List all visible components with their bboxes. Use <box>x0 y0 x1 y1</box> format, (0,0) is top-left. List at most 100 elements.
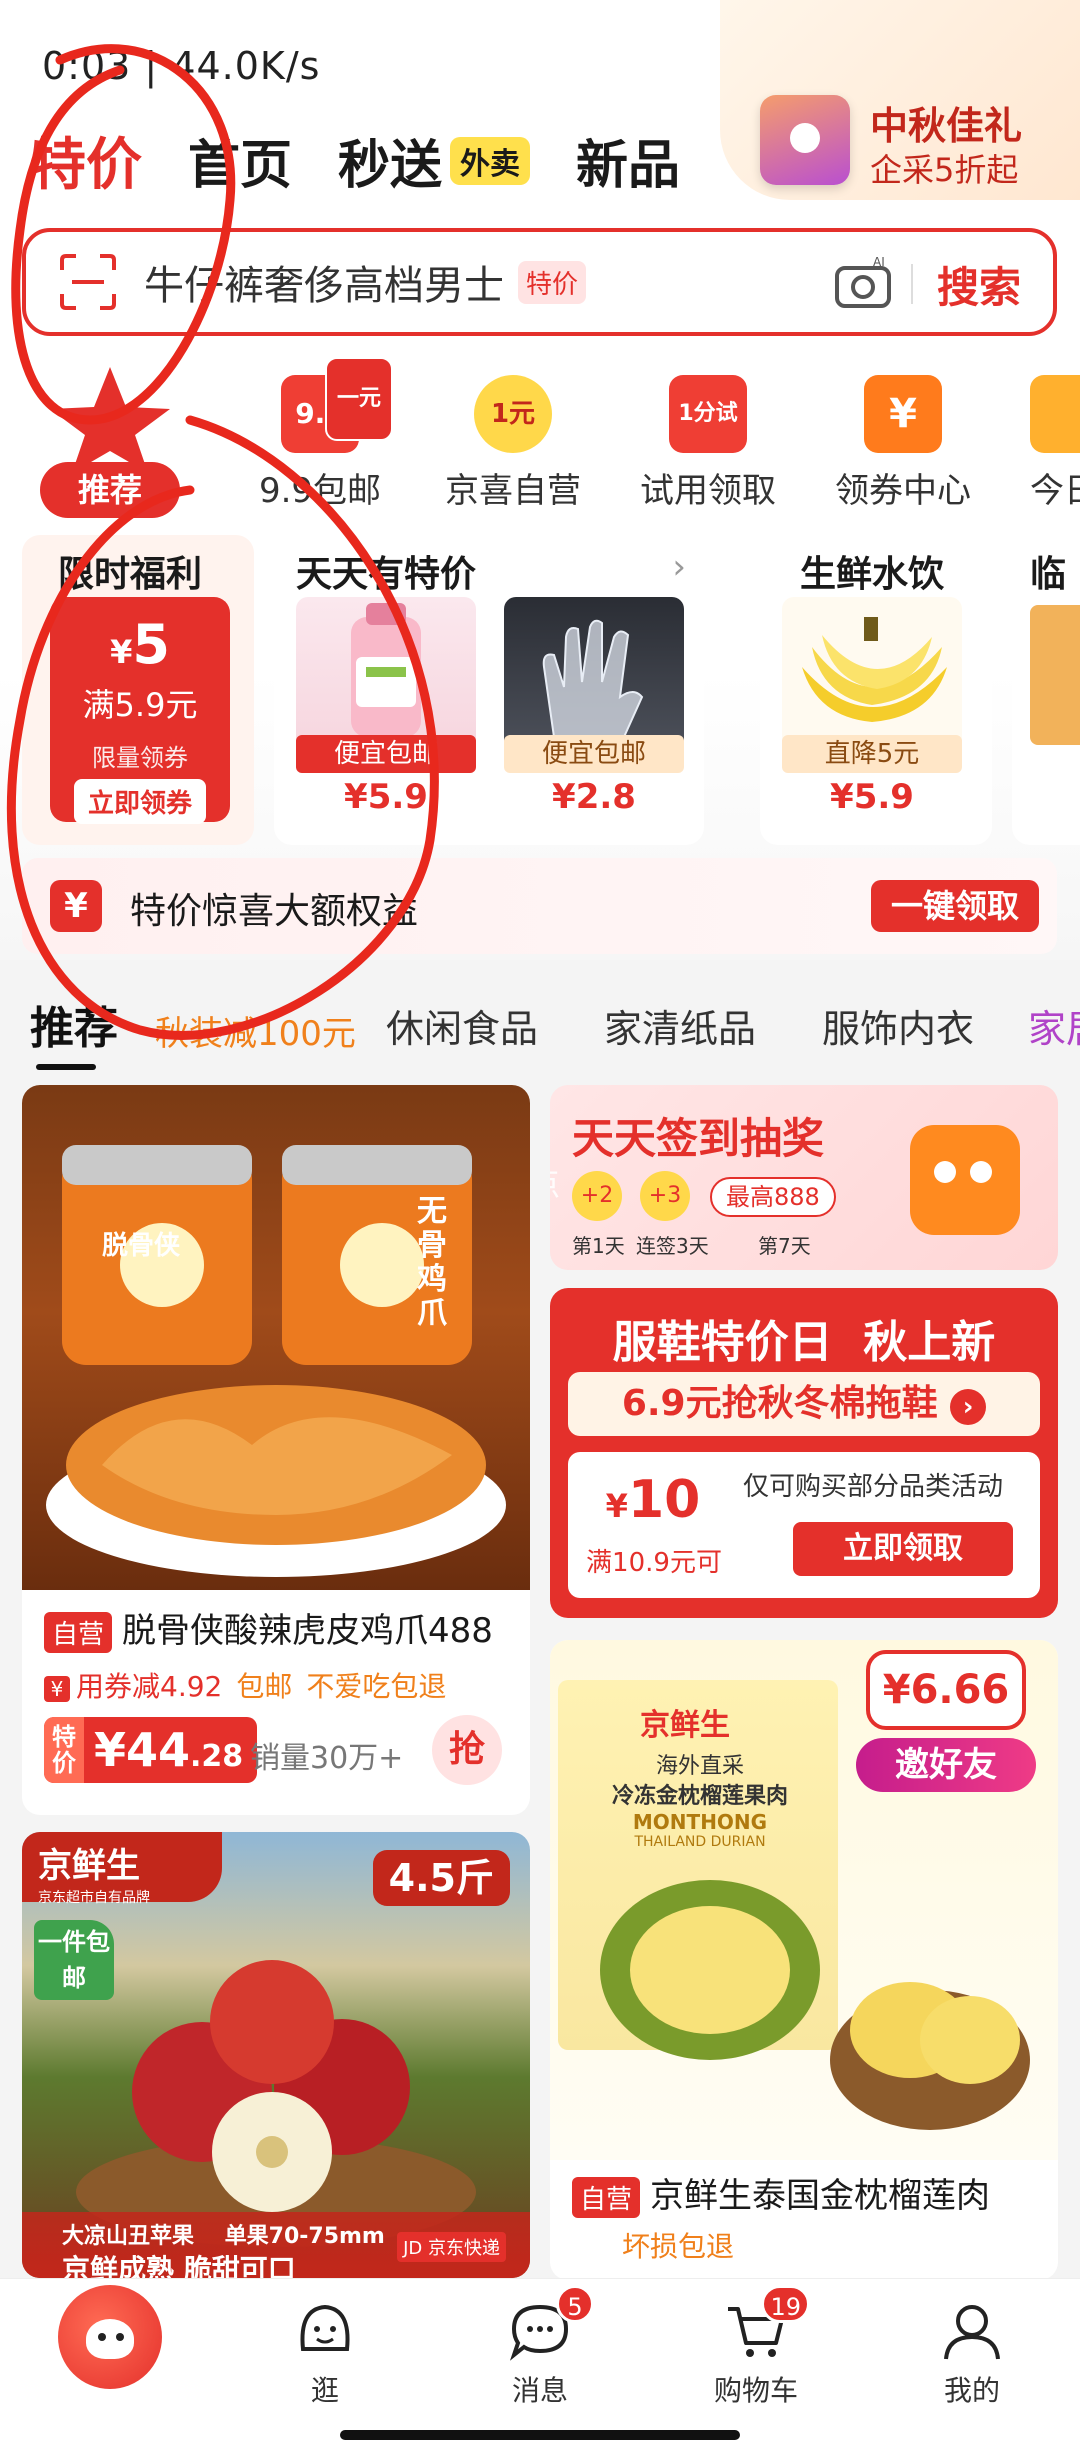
coupon-amount-value: 5 <box>132 613 170 676</box>
day-1: 第1天 <box>572 1234 625 1258</box>
feed-tab-household[interactable]: 家清纸品 <box>604 998 756 1053</box>
feed-tab-recommend[interactable]: 推荐 <box>30 992 118 1070</box>
special-price-prefix: 特价 <box>44 1717 84 1783</box>
durian-fruit <box>600 1880 1030 2130</box>
gift-box-icon <box>760 95 850 185</box>
signin-title: 天天签到抽奖 <box>572 1114 825 1163</box>
signin-lottery-card[interactable]: 天天签到抽奖 每天省一点 +2 +3 最高888 第1天 连签3天 第7天 <box>550 1085 1058 1270</box>
reward-1: +2 <box>572 1171 622 1221</box>
nav-label: 逛 <box>310 2374 339 2407</box>
coupon-text: 用券减4.92 <box>76 1670 223 1703</box>
day-3: 连签3天 <box>636 1234 709 1258</box>
trial-bag-icon: 1分试 <box>669 375 747 453</box>
claim-coupon-button[interactable]: 立即领券 <box>73 779 206 824</box>
category-label: 京喜自营 <box>445 471 581 511</box>
claim-bar[interactable]: ¥ 特价惊喜大额权益 一键领取 <box>22 858 1057 954</box>
watermark-text: 每天省一点 <box>550 1159 560 1205</box>
daily-special-card[interactable]: 天天有特价 › 便宜包邮 ¥5.9 便宜包邮 ¥2.8 <box>274 535 704 845</box>
browse-face-icon <box>293 2299 357 2363</box>
limited-welfare-card[interactable]: 限时福利 ¥5 满5.9元 限量领券 立即领券 <box>22 535 254 845</box>
durian-line3: MONTHONG <box>632 1810 768 1834</box>
home-indicator <box>340 2430 740 2440</box>
deals-row: 限时福利 ¥5 满5.9元 限量领券 立即领券 天天有特价 › 便宜包邮 ¥5.… <box>22 535 1080 845</box>
invite-friends-button[interactable]: 邀好友 <box>856 1738 1036 1792</box>
category-coupon-center[interactable]: ¥ 领券中心 <box>808 365 998 512</box>
coupon-icon: ¥ <box>44 1676 70 1702</box>
coupon-icon: ¥ <box>864 375 942 453</box>
cart-icon: 19 <box>724 2285 810 2363</box>
apple-brand-sub: 京东超市自有品牌 <box>38 1890 150 1906</box>
search-bar[interactable]: 牛仔裤奢侈高档男士 特价 AI 搜索 <box>22 228 1057 336</box>
coupon-currency: ¥ <box>110 633 133 671</box>
durian-line4: THAILAND DURIAN <box>634 1834 766 1850</box>
return-text: 不爱吃包退 <box>306 1670 447 1703</box>
category-today[interactable]: 今日 <box>1010 365 1080 512</box>
product-title: 自营 脱骨侠酸辣虎皮鸡爪488 <box>44 1603 493 1653</box>
search-input[interactable]: 牛仔裤奢侈高档男士 <box>144 253 504 311</box>
claim-text: 特价惊喜大额权益 <box>130 891 419 932</box>
apple-image: 京鲜生 京东超市自有品牌 一件包邮 4.5斤 大凉山丑苹果 单果70-75mm … <box>22 1832 530 2278</box>
tab-instant-delivery[interactable]: 秒送 外卖 <box>338 123 531 198</box>
invite-sticker[interactable]: ¥6.66 邀好友 <box>846 1650 1046 1800</box>
svg-text:AI: AI <box>873 255 885 269</box>
self-operated-tag: 自营 <box>44 1612 113 1653</box>
recommend-pill[interactable]: 推荐 <box>40 462 180 518</box>
chevron-right-icon[interactable]: › <box>672 547 686 587</box>
feed-tab-snacks[interactable]: 休闲食品 <box>386 998 538 1053</box>
coupon-card[interactable]: ¥5 满5.9元 限量领券 立即领券 <box>50 597 230 824</box>
price-integer: ¥44 <box>94 1723 191 1777</box>
partial-card[interactable]: 临 <box>1012 535 1080 845</box>
category-jingxi-self-operated[interactable]: 1元 京喜自营 <box>418 365 608 512</box>
scan-icon[interactable] <box>58 252 118 312</box>
nav-home[interactable] <box>40 2285 180 2389</box>
message-badge: 5 <box>556 2285 594 2323</box>
shoes-claim-button[interactable]: 立即领取 <box>793 1522 1013 1576</box>
nav-mine[interactable]: 我的 <box>902 2299 1042 2409</box>
product-price: ¥5.9 <box>344 777 428 817</box>
free-shipping-tag: 一件包邮 <box>34 1920 114 2000</box>
yuan-icon: ¥ <box>50 880 102 932</box>
category-label: 领券中心 <box>835 471 971 511</box>
nav-label: 购物车 <box>713 2374 798 2407</box>
coupon-amount: ¥5 <box>50 613 230 676</box>
product-card-apple[interactable]: 京鲜生 京东超市自有品牌 一件包邮 4.5斤 大凉山丑苹果 单果70-75mm … <box>22 1832 530 2278</box>
reward-max: 最高888 <box>710 1177 836 1217</box>
shoes-coupon: ¥10 满10.9元可 仅可购买部分品类活动 立即领取 <box>568 1452 1040 1598</box>
durian-brand: 京鲜生 <box>640 1708 730 1743</box>
category-9-9-free-shipping[interactable]: 9.9 一元 9.9包邮 <box>225 357 415 512</box>
free-shipping-text: 包邮 <box>236 1670 293 1703</box>
durian-line2: 冷冻金枕榴莲果肉 <box>611 1784 788 1809</box>
feed-tab-apparel[interactable]: 服饰内衣 <box>822 998 974 1053</box>
feed-tab-home[interactable]: 家居 <box>1028 998 1080 1053</box>
nav-browse[interactable]: 逛 <box>255 2299 395 2409</box>
product-coupon-meta: ¥ 用券减4.92 包邮 不爱吃包退 <box>44 1665 446 1705</box>
shoes-subtitle[interactable]: 6.9元抢秋冬棉拖鞋 › <box>568 1372 1040 1436</box>
coupon-condition: 满5.9元 <box>82 686 198 724</box>
fresh-title: 生鲜水饮 <box>800 554 945 595</box>
product-title-text: 脱骨侠酸辣虎皮鸡爪488 <box>122 1611 493 1651</box>
tab-new-products[interactable]: 新品 <box>576 123 680 198</box>
product-card-durian[interactable]: 京鲜生 海外直采 冷冻金枕榴莲果肉 MONTHONG THAILAND DURI… <box>550 1640 1058 2280</box>
fresh-drinks-card[interactable]: 生鲜水饮 直降5元 ¥5.9 <box>760 535 992 845</box>
tab-home[interactable]: 首页 <box>188 123 292 198</box>
grab-button[interactable]: 抢 <box>432 1715 502 1785</box>
product-price: ¥5.9 <box>830 777 914 817</box>
camera-icon[interactable]: AI <box>833 254 893 310</box>
category-trial[interactable]: 1分试 试用领取 <box>613 365 803 512</box>
search-button[interactable]: 搜索 <box>937 254 1021 315</box>
day-7: 第7天 <box>758 1234 811 1258</box>
sales-count: 销量30万+ <box>250 1741 404 1776</box>
shoes-amount: 10 <box>627 1470 701 1530</box>
product-card-chicken[interactable]: 脱骨侠 无骨鸡爪 自营 脱骨侠酸辣虎皮鸡爪488 ¥ 用券减4.92 包邮 不爱吃包退 … <box>22 1085 530 1815</box>
one-click-claim-button[interactable]: 一键领取 <box>870 880 1039 932</box>
nav-cart[interactable]: 19 购物车 <box>686 2285 826 2409</box>
top-tabs: 特价 首页 秒送 外卖 新品 <box>30 120 680 201</box>
price-box: 特价 ¥44.28 <box>44 1717 258 1783</box>
shoes-promo-card[interactable]: 服鞋特价日 秋上新 6.9元抢秋冬棉拖鞋 › ¥10 满10.9元可 仅可购买部… <box>550 1288 1058 1618</box>
jar-brand: 脱骨侠 <box>102 1231 181 1261</box>
status-time: 0:03 | 44.0K/s <box>42 44 321 88</box>
mid-autumn-promo-banner[interactable]: 中秋佳礼 企采5折起 <box>720 0 1080 200</box>
tab-special-price[interactable]: 特价 <box>30 120 142 201</box>
nav-messages[interactable]: 5 消息 <box>470 2285 610 2409</box>
feed-tab-autumn[interactable]: 秋装减100元 <box>155 1006 356 1055</box>
